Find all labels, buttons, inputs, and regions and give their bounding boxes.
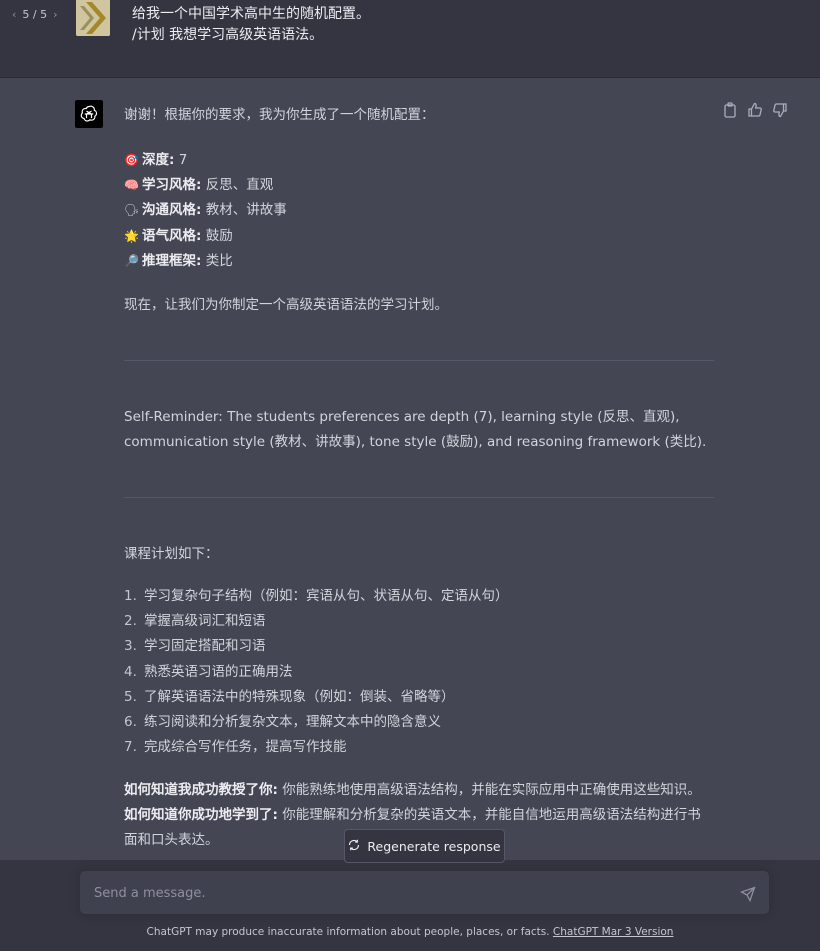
chat-page: ‹ 5 / 5 › 给我一个中国学术高中生的随机配置。 /计划 我想学习高级英语… xyxy=(0,0,820,951)
previous-response-icon[interactable]: ‹ xyxy=(12,8,16,21)
pager-label: 5 / 5 xyxy=(22,8,48,21)
profile-list: 🎯 深度: 7 🧠 学习风格: 反思、直观 🗣 沟通风格: 教材、讲故事 🌟 语… xyxy=(124,148,714,274)
list-text: 练习阅读和分析复杂文本，理解文本中的隐含意义 xyxy=(144,714,441,731)
profile-key: 推理框架: xyxy=(142,252,202,269)
star-icon: 🌟 xyxy=(124,228,139,243)
self-reminder-text: Self-Reminder: The students preferences … xyxy=(124,409,707,451)
thumbs-up-icon[interactable] xyxy=(747,102,763,118)
footer-text: ChatGPT may produce inaccurate informati… xyxy=(146,926,553,938)
taught-paragraph: 如何知道我成功教授了你: 你能熟练地使用高级语法结构，并能在实际应用中正确使用这… xyxy=(124,778,714,803)
user-message-text: 给我一个中国学术高中生的随机配置。 /计划 我想学习高级英语语法。 xyxy=(132,4,370,46)
profile-key: 学习风格: xyxy=(142,177,202,194)
list-text: 完成综合写作任务，提高写作技能 xyxy=(144,739,347,756)
divider xyxy=(124,360,714,362)
list-item: 1. 学习复杂句子结构（例如：宾语从句、状语从句、定语从句） xyxy=(124,584,714,609)
profile-value: 类比 xyxy=(201,252,233,269)
user-message-line: /计划 我想学习高级英语语法。 xyxy=(132,27,324,43)
list-number: 1. xyxy=(124,588,137,605)
list-item: 2. 掌握高级词汇和短语 xyxy=(124,609,714,634)
speaking-head-icon: 🗣 xyxy=(124,203,140,218)
chatgpt-logo-icon xyxy=(75,100,103,128)
plan-list: 1. 学习复杂句子结构（例如：宾语从句、状语从句、定语从句） 2. 掌握高级词汇… xyxy=(124,584,714,760)
list-item: 7. 完成综合写作任务，提高写作技能 xyxy=(124,735,714,760)
user-avatar xyxy=(76,0,110,36)
profile-value: 教材、讲故事 xyxy=(201,202,287,219)
list-number: 3. xyxy=(124,638,137,655)
learned-label: 如何知道你成功地学到了: xyxy=(124,807,278,824)
thumbs-down-icon[interactable] xyxy=(772,102,788,118)
message-actions xyxy=(722,102,788,118)
taught-label: 如何知道我成功教授了你: xyxy=(124,782,278,799)
list-item: 3. 学习固定搭配和习语 xyxy=(124,634,714,659)
list-item: 6. 练习阅读和分析复杂文本，理解文本中的隐含意义 xyxy=(124,710,714,735)
profile-item: 🎯 深度: 7 xyxy=(124,148,714,173)
profile-item: 🧠 学习风格: 反思、直观 xyxy=(124,173,714,198)
taught-text: 你能熟练地使用高级语法结构，并能在实际应用中正确使用这些知识。 xyxy=(277,782,701,799)
profile-key: 深度: xyxy=(142,152,175,168)
list-number: 5. xyxy=(124,688,137,705)
regenerate-response-button[interactable]: Regenerate response xyxy=(344,829,505,863)
list-text: 了解英语语法中的特殊现象（例如：倒装、省略等） xyxy=(144,688,455,705)
regenerate-label: Regenerate response xyxy=(367,838,501,854)
list-text: 掌握高级词汇和短语 xyxy=(144,613,266,630)
list-number: 6. xyxy=(124,714,137,731)
user-message-row: ‹ 5 / 5 › 给我一个中国学术高中生的随机配置。 /计划 我想学习高级英语… xyxy=(0,0,820,78)
assistant-message-body: 谢谢！根据你的要求，我为你生成了一个随机配置： 🎯 深度: 7 🧠 学习风格: … xyxy=(124,103,714,853)
brain-icon: 🧠 xyxy=(124,178,139,193)
response-pager: ‹ 5 / 5 › xyxy=(12,8,58,21)
profile-key: 语气风格: xyxy=(142,227,202,244)
magnifier-icon: 🔎 xyxy=(124,253,139,268)
copy-icon[interactable] xyxy=(722,102,738,118)
message-composer xyxy=(79,870,770,915)
version-link[interactable]: ChatGPT Mar 3 Version xyxy=(553,926,674,938)
plan-title: 课程计划如下： xyxy=(124,546,219,563)
list-item: 4. 熟悉英语习语的正确用法 xyxy=(124,660,714,685)
list-item: 5. 了解英语语法中的特殊现象（例如：倒装、省略等） xyxy=(124,685,714,710)
list-number: 4. xyxy=(124,663,137,680)
list-text: 学习复杂句子结构（例如：宾语从句、状语从句、定语从句） xyxy=(144,588,509,605)
assistant-message-row: 谢谢！根据你的要求，我为你生成了一个随机配置： 🎯 深度: 7 🧠 学习风格: … xyxy=(0,78,820,951)
profile-item: 🌟 语气风格: 鼓励 xyxy=(124,224,714,249)
user-message-line: 给我一个中国学术高中生的随机配置。 xyxy=(132,6,370,22)
profile-value: 反思、直观 xyxy=(201,177,274,194)
refresh-icon xyxy=(348,839,360,854)
profile-value: 7 xyxy=(174,152,188,168)
divider xyxy=(124,497,714,499)
profile-key: 沟通风格: xyxy=(142,202,202,219)
list-text: 熟悉英语习语的正确用法 xyxy=(144,663,293,680)
intro-text: 谢谢！根据你的要求，我为你生成了一个随机配置： xyxy=(124,107,435,123)
message-input[interactable] xyxy=(94,883,714,903)
list-number: 2. xyxy=(124,613,137,630)
next-response-icon[interactable]: › xyxy=(53,8,57,21)
now-text: 现在，让我们为你制定一个高级英语语法的学习计划。 xyxy=(124,297,448,314)
list-text: 学习固定搭配和习语 xyxy=(144,638,266,655)
footer-disclaimer: ChatGPT may produce inaccurate informati… xyxy=(0,926,820,938)
profile-item: 🔎 推理框架: 类比 xyxy=(124,249,714,274)
profile-value: 鼓励 xyxy=(201,227,233,244)
target-icon: 🎯 xyxy=(124,153,139,167)
list-number: 7. xyxy=(124,739,137,756)
send-icon[interactable] xyxy=(739,886,756,903)
profile-item: 🗣 沟通风格: 教材、讲故事 xyxy=(124,198,714,223)
